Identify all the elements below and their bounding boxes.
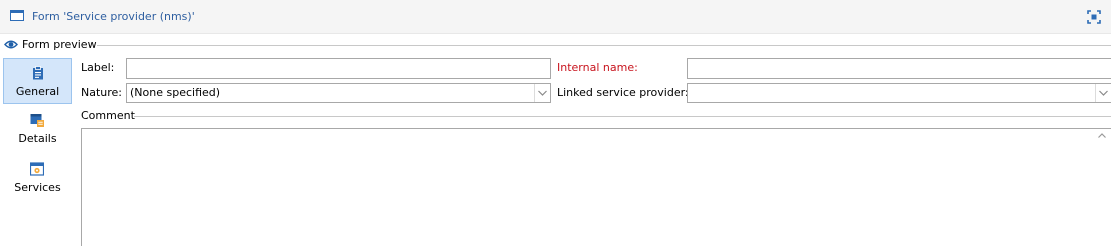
internal-name-input[interactable] <box>687 58 1111 79</box>
internal-name-label: Internal name: <box>557 61 638 74</box>
chevron-down-icon <box>1099 90 1108 96</box>
tab-details-label: Details <box>18 132 57 145</box>
maximize-icon[interactable] <box>1087 10 1101 24</box>
label-field-label: Label: <box>81 61 115 74</box>
linked-provider-label: Linked service provider: <box>557 86 689 99</box>
nature-label: Nature: <box>81 86 123 99</box>
details-card-icon <box>30 114 44 127</box>
nature-dropdown-arrow[interactable] <box>534 84 550 102</box>
clipboard-icon <box>33 66 43 80</box>
form-preview-label: Form preview <box>22 38 97 51</box>
label-input[interactable] <box>126 58 551 79</box>
window-title: Form 'Service provider (nms)' <box>32 10 195 23</box>
linked-provider-dropdown-arrow[interactable] <box>1095 84 1111 102</box>
services-window-icon <box>30 162 44 176</box>
tab-services-label: Services <box>14 181 61 194</box>
tab-services[interactable]: Services <box>3 155 72 201</box>
tab-general-label: General <box>15 85 60 98</box>
comment-divider <box>134 116 1111 117</box>
scroll-up-arrow-icon[interactable] <box>1094 129 1110 143</box>
nature-select[interactable]: (None specified) <box>126 83 551 103</box>
title-bar: Form 'Service provider (nms)' <box>0 0 1111 34</box>
tab-details[interactable]: Details <box>3 106 72 152</box>
section-divider <box>97 45 1111 46</box>
form-preview-header: Form preview <box>0 37 1111 53</box>
nature-select-value: (None specified) <box>130 86 221 99</box>
tab-general[interactable]: General <box>3 58 72 104</box>
form-window-icon <box>10 10 24 21</box>
linked-provider-select[interactable] <box>687 83 1111 103</box>
eye-icon <box>4 40 18 49</box>
comment-textarea[interactable] <box>81 128 1111 246</box>
comment-label: Comment <box>81 109 135 122</box>
chevron-down-icon <box>538 90 547 96</box>
